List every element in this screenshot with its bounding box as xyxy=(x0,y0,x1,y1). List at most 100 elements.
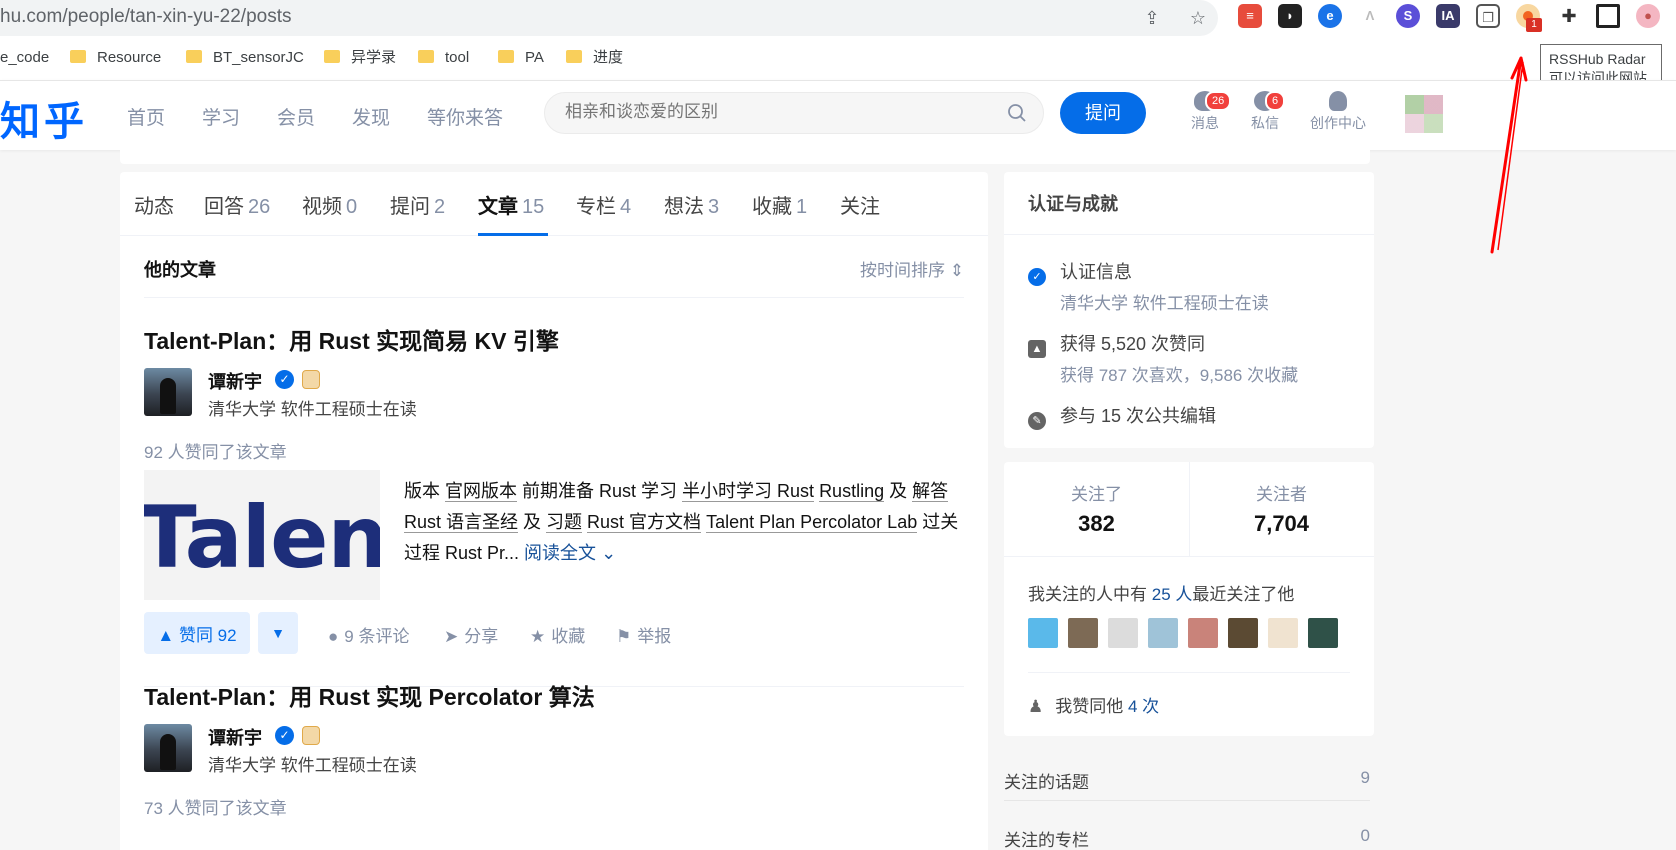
tab-videos[interactable]: 视频 0 xyxy=(302,190,357,219)
user-avatar[interactable] xyxy=(1405,95,1443,133)
article-author: 谭新宇 ✓ 清华大学 软件工程硕士在读 xyxy=(144,368,644,419)
excerpt-link[interactable]: Talent Plan Percolator Lab xyxy=(706,512,918,533)
excerpt-link[interactable]: 半小时学习 Rust xyxy=(682,481,815,502)
article-thumbnail[interactable]: Talent xyxy=(144,470,380,600)
bookmark-item[interactable]: 异学录 xyxy=(324,46,396,70)
messages-button[interactable]: 消息 26 xyxy=(1175,89,1235,133)
mutual-count-link[interactable]: 25 人 xyxy=(1152,585,1193,604)
report-button[interactable]: ⚑ 举报 xyxy=(616,622,671,647)
zhihu-logo[interactable]: 知乎 xyxy=(0,89,88,147)
excerpt-link[interactable]: Rustling xyxy=(819,481,885,502)
excerpt-link[interactable]: 解答 xyxy=(912,481,949,502)
tab-answers[interactable]: 回答 26 xyxy=(204,190,270,219)
bookmark-label: PA xyxy=(525,49,544,66)
author-name[interactable]: 谭新宇 xyxy=(208,368,262,394)
mutual-follower-avatar[interactable] xyxy=(1028,618,1058,648)
extension-ia-icon[interactable]: IA xyxy=(1436,4,1460,28)
mutual-follower-avatar[interactable] xyxy=(1188,618,1218,648)
section-header: 他的文章 按时间排序 ⇕ xyxy=(144,236,964,298)
tab-columns[interactable]: 专栏 4 xyxy=(576,190,631,219)
extension-badge: 1 xyxy=(1526,18,1542,32)
article-excerpt[interactable]: 版本 官网版本 前期准备 Rust 学习 半小时学习 Rust Rustling… xyxy=(404,476,969,569)
private-messages-button[interactable]: 私信 6 xyxy=(1235,89,1295,133)
ask-button[interactable]: 提问 xyxy=(1060,92,1146,134)
tab-label: 专栏 xyxy=(576,196,616,218)
sidepanel-icon[interactable] xyxy=(1596,4,1620,28)
bookmark-star-icon[interactable]: ☆ xyxy=(1186,6,1210,30)
bookmark-item[interactable]: e_code xyxy=(0,46,49,70)
followers-stat[interactable]: 关注者 7,704 xyxy=(1189,480,1374,537)
read-more-link[interactable]: 阅读全文 ⌄ xyxy=(524,543,616,563)
mutual-follower-avatar[interactable] xyxy=(1308,618,1338,648)
excerpt-link[interactable]: Rust 官方文档 xyxy=(587,512,702,533)
edit-label: 参与 15 次公共编辑 xyxy=(1060,406,1217,426)
search-icon[interactable] xyxy=(1007,103,1027,123)
address-bar[interactable]: hu.com/people/tan-xin-yu-22/posts ⇪ ☆ xyxy=(0,0,1218,36)
mutual-follower-avatar[interactable] xyxy=(1108,618,1138,648)
extension-notes-icon[interactable]: ≡ xyxy=(1238,4,1262,28)
excerpt-link[interactable]: 习题 xyxy=(546,512,583,533)
followed-columns-link[interactable]: 关注的专栏 0 xyxy=(1004,826,1370,850)
author-avatar[interactable] xyxy=(144,368,192,416)
sort-toggle[interactable]: 按时间排序 ⇕ xyxy=(860,256,964,281)
my-agree-count[interactable]: 4 次 xyxy=(1128,697,1159,716)
nav-vip[interactable]: 会员 xyxy=(277,103,315,130)
article-title[interactable]: Talent-Plan：用 Rust 实现 Percolator 算法 xyxy=(144,678,964,712)
author-name[interactable]: 谭新宇 xyxy=(208,724,262,750)
site-header: 知乎 首页 学习 会员 发现 等你来答 提问 消息 26 私信 6 创作中心 xyxy=(0,80,1676,150)
messages-badge: 26 xyxy=(1205,91,1232,111)
extension-s-icon[interactable]: S xyxy=(1396,4,1420,28)
url-text[interactable]: hu.com/people/tan-xin-yu-22/posts xyxy=(0,6,292,28)
topics-count: 9 xyxy=(1360,768,1370,787)
nav-learn[interactable]: 学习 xyxy=(202,103,240,130)
star-icon: ★ xyxy=(530,627,546,646)
nav-home[interactable]: 首页 xyxy=(127,103,165,130)
excerpt-link[interactable]: Rust 语言圣经 xyxy=(404,512,519,533)
extension-translate-icon[interactable]: e xyxy=(1318,4,1342,28)
bookmark-item[interactable]: 进度 xyxy=(566,46,623,70)
mutual-followers-text: 我关注的人中有 25 人最近关注了他 xyxy=(1028,580,1294,605)
folder-icon xyxy=(498,50,514,63)
bookmark-item[interactable]: PA xyxy=(498,46,544,70)
tab-collections[interactable]: 收藏 1 xyxy=(752,190,807,219)
followed-topics-link[interactable]: 关注的话题 9 xyxy=(1004,768,1370,793)
folder-icon xyxy=(566,50,582,63)
nav-waiting[interactable]: 等你来答 xyxy=(427,103,503,130)
tab-questions[interactable]: 提问 2 xyxy=(390,190,445,219)
article-item: Talent-Plan：用 Rust 实现简易 KV 引擎 谭新宇 ✓ 清华大学… xyxy=(144,322,964,654)
mutual-follower-avatar[interactable] xyxy=(1148,618,1178,648)
upvote-button[interactable]: ▲ 赞同 92 xyxy=(144,612,250,654)
bookmark-item[interactable]: tool xyxy=(418,46,469,70)
tab-activity[interactable]: 动态 xyxy=(134,190,174,219)
mutual-follower-avatar[interactable] xyxy=(1228,618,1258,648)
profile-card-bottom xyxy=(120,150,1370,164)
collect-button[interactable]: ★ 收藏 xyxy=(530,622,585,647)
nav-discover[interactable]: 发现 xyxy=(352,103,390,130)
excerpt-text: 前期准备 Rust 学习 xyxy=(517,481,683,501)
profile-tabs: 动态 回答 26 视频 0 提问 2 文章 15 专栏 4 想法 3 收藏 1 关注 xyxy=(120,172,988,236)
tab-following[interactable]: 关注 xyxy=(840,190,880,219)
extension-copy-icon[interactable]: ❐ xyxy=(1476,4,1500,28)
tab-articles[interactable]: 文章 15 xyxy=(478,190,544,219)
comments-button[interactable]: ● 9 条评论 xyxy=(328,622,409,647)
excerpt-link[interactable]: 官网版本 xyxy=(445,481,518,502)
bookmark-item[interactable]: Resource xyxy=(70,46,161,70)
search-box xyxy=(544,92,1044,134)
search-input[interactable] xyxy=(565,102,985,122)
bookmark-item[interactable]: BT_sensorJC xyxy=(186,46,304,70)
share-button[interactable]: ➤ 分享 xyxy=(444,622,498,647)
tab-pins[interactable]: 想法 3 xyxy=(664,190,719,219)
extensions-puzzle-icon[interactable]: ✚ xyxy=(1557,4,1581,28)
mutual-follower-avatar[interactable] xyxy=(1268,618,1298,648)
share-icon[interactable]: ⇪ xyxy=(1140,6,1164,30)
creator-center-button[interactable]: 创作中心 xyxy=(1300,89,1376,133)
extension-a-icon[interactable]: Λ xyxy=(1358,4,1382,28)
downvote-button[interactable]: ▼ xyxy=(258,612,298,654)
extension-ghost-icon[interactable]: ◗ xyxy=(1278,4,1302,28)
following-stat[interactable]: 关注了 382 xyxy=(1004,480,1189,537)
article-title[interactable]: Talent-Plan：用 Rust 实现简易 KV 引擎 xyxy=(144,322,964,356)
thumbnail-text: Talent xyxy=(144,488,380,588)
mutual-follower-avatar[interactable] xyxy=(1068,618,1098,648)
author-avatar[interactable] xyxy=(144,724,192,772)
profile-avatar-icon[interactable]: ● xyxy=(1636,4,1660,28)
